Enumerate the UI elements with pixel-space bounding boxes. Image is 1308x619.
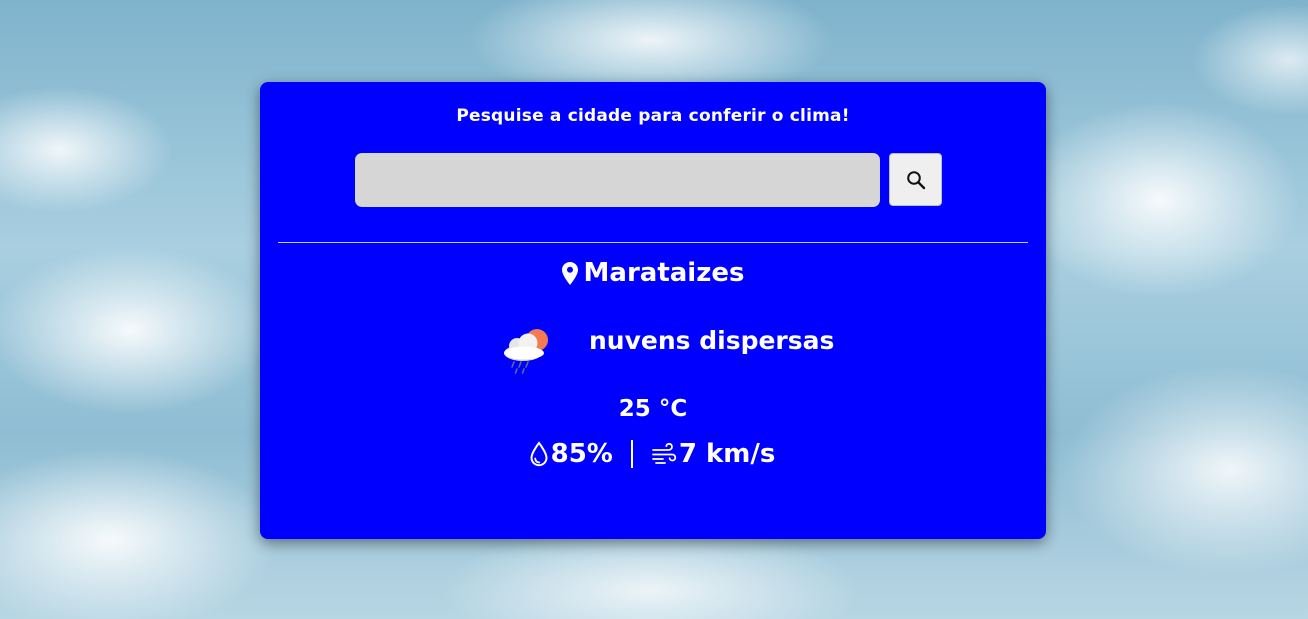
wind-icon [651,442,677,466]
map-pin-icon [561,261,578,285]
wind-value: 7 km/s [678,439,776,469]
weather-card: Pesquise a cidade para conferir o clima!… [260,82,1046,539]
temperature-unit: °C [658,396,688,422]
page-heading: Pesquise a cidade para conferir o clima! [456,106,850,126]
humidity: 85% [529,439,613,469]
weather-stats: 85% 7 km/s [260,436,1046,472]
temperature: 25 °C [260,396,1046,422]
city-search-input[interactable] [355,153,880,207]
stats-separator [630,440,633,468]
cloud-rain-sun-icon [500,326,552,376]
temperature-value: 25 [618,396,651,422]
city-name: Marataizes [583,258,745,288]
weather-description: nuvens dispersas [589,326,835,355]
water-drop-icon [529,441,549,467]
wind: 7 km/s [651,439,776,469]
humidity-value: 85% [550,439,613,469]
location-row: Marataizes [260,258,1046,288]
search-icon [906,170,926,190]
search-button[interactable] [889,153,942,206]
divider [278,242,1028,243]
